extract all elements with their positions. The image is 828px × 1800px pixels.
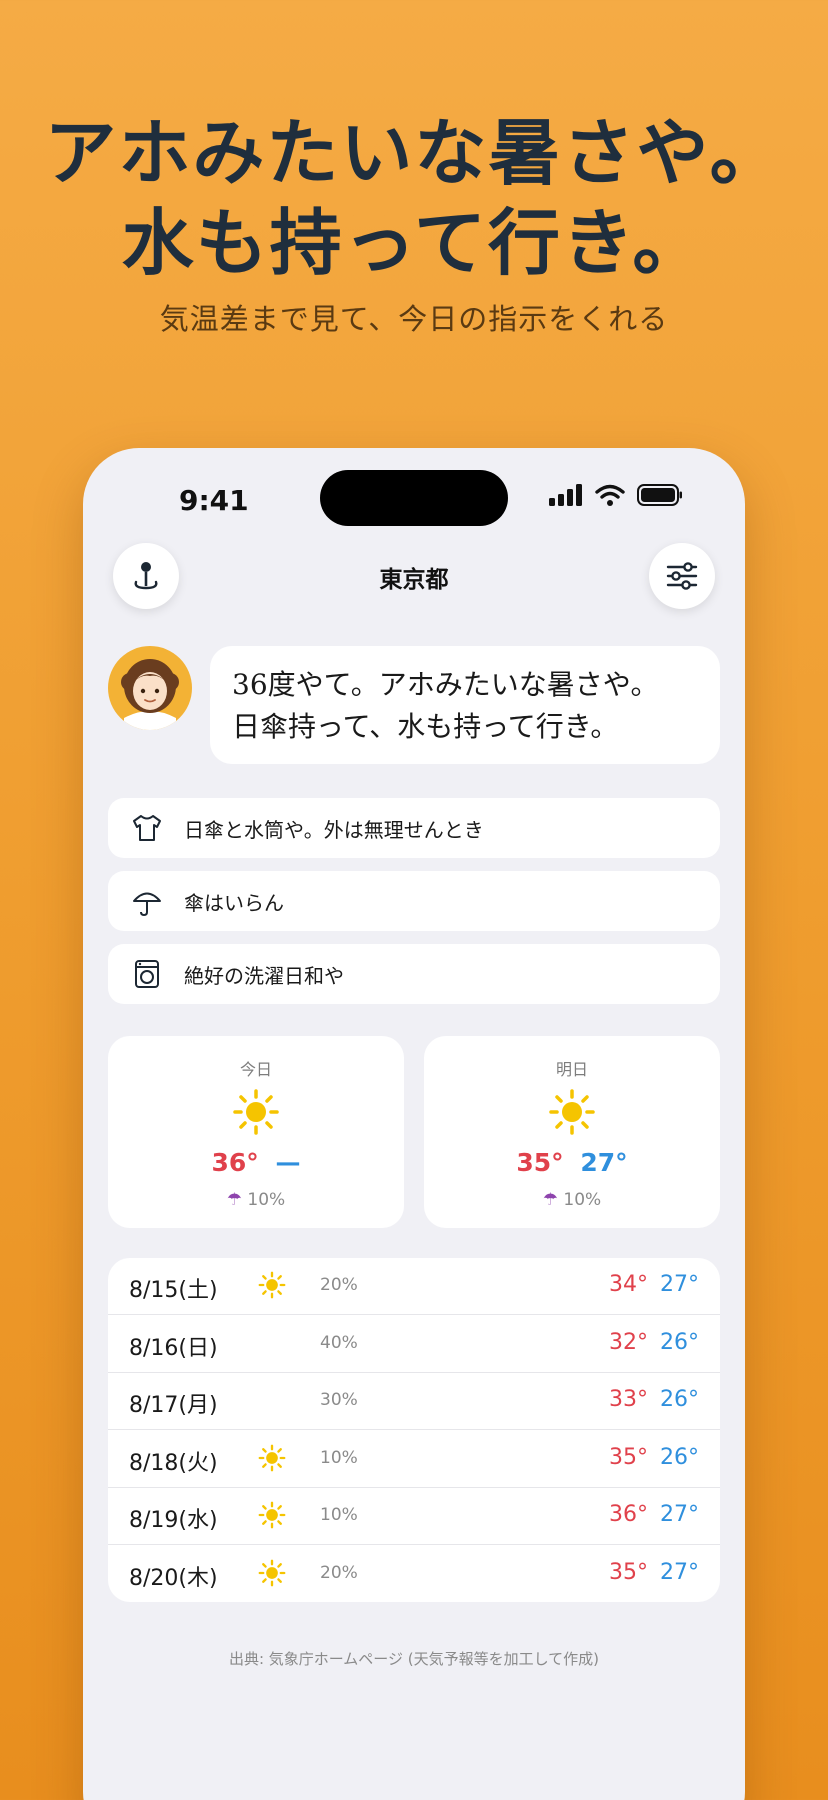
- hero-title-line2: 水も持って行き。: [121, 201, 707, 285]
- sun-icon: [258, 1559, 286, 1591]
- forecast-pop: 30%: [320, 1390, 358, 1410]
- city-title: 東京都: [379, 567, 449, 593]
- tomorrow-label: 明日: [555, 1060, 588, 1079]
- forecast-date: 8/19(水): [129, 1508, 218, 1533]
- signal-icon: [549, 484, 582, 506]
- forecast-date: 8/18(火): [129, 1450, 218, 1476]
- forecast-low: 26°: [660, 1387, 699, 1412]
- forecast-high: 32°: [609, 1329, 648, 1355]
- tomorrow-temps: 35° 27°: [424, 1148, 720, 1177]
- forecast-low: 27°: [660, 1272, 699, 1297]
- sliders-icon: [666, 562, 698, 590]
- forecast-pop: 10%: [320, 1447, 358, 1468]
- wifi-icon: [595, 484, 625, 506]
- message-line2: 日傘持って、水も持って行き。: [232, 710, 619, 743]
- sun-icon: [233, 1089, 279, 1135]
- forecast-high: 35°: [609, 1559, 648, 1585]
- forecast-pop: 20%: [320, 1275, 358, 1295]
- dynamic-island: [320, 470, 508, 526]
- sun-icon: [549, 1089, 595, 1135]
- sun-icon: [258, 1271, 286, 1303]
- forecast-low: 26°: [660, 1329, 699, 1355]
- tip-text: 日傘と水筒や。外は無理せんとき: [184, 817, 484, 842]
- status-icons: [549, 484, 683, 506]
- shirt-icon: [130, 811, 164, 845]
- today-rain: ☂ 10%: [108, 1190, 404, 1210]
- sun-icon: [258, 1444, 286, 1476]
- today-rain-value: 10%: [247, 1190, 286, 1210]
- umbrella-emoji-icon: ☂: [542, 1190, 559, 1210]
- tomorrow-rain-value: 10%: [563, 1190, 602, 1210]
- forecast-high: 34°: [609, 1272, 648, 1297]
- today-card[interactable]: 今日 36° — ☂ 10%: [108, 1036, 404, 1228]
- forecast-row[interactable]: 8/18(火) 10% 35° 26°: [108, 1431, 720, 1488]
- umbrella-icon: [130, 884, 164, 918]
- character-icon: [121, 659, 179, 730]
- washing-machine-icon: [130, 957, 164, 991]
- status-time: 9:41: [179, 484, 249, 517]
- today-high: 36°: [211, 1148, 259, 1177]
- source-credit: 出典: 気象庁ホームページ (天気予報等を加工して作成): [228, 1650, 600, 1668]
- tip-text: 絶好の洗濯日和や: [184, 963, 344, 988]
- battery-icon: [637, 484, 682, 506]
- settings-button[interactable]: [649, 543, 715, 609]
- forecast-low: 27°: [660, 1559, 699, 1585]
- today-low: —: [275, 1148, 301, 1177]
- forecast-low: 26°: [660, 1444, 699, 1470]
- tip-text: 傘はいらん: [184, 890, 284, 915]
- tomorrow-low: 27°: [580, 1148, 628, 1177]
- forecast-date: 8/15(土): [129, 1278, 218, 1303]
- tomorrow-high: 35°: [516, 1148, 564, 1177]
- forecast-row[interactable]: 8/15(土) 20% 34° 27°: [108, 1258, 720, 1315]
- phone-screen: 9:41 東京都 36度やて。アホみたいな暑さや。 日傘持って、水も持って行き。…: [83, 448, 745, 1800]
- weekly-forecast: 8/15(土) 20% 34° 27° 8/16(日) 40% 32° 26° 8/17(月) 3…: [108, 1258, 720, 1602]
- forecast-date: 8/17(月): [129, 1393, 218, 1418]
- forecast-high: 35°: [609, 1444, 648, 1470]
- tip-clothing: 日傘と水筒や。外は無理せんとき: [108, 798, 720, 858]
- sun-icon: [258, 1501, 286, 1533]
- forecast-row[interactable]: 8/19(水) 10% 36° 27°: [108, 1488, 720, 1545]
- message-bubble: 36度やて。アホみたいな暑さや。 日傘持って、水も持って行き。: [210, 646, 720, 764]
- message-line1: 36度やて。アホみたいな暑さや。: [232, 668, 659, 701]
- hero-subtitle: 気温差まで見て、今日の指示をくれる: [159, 302, 669, 336]
- today-temps: 36° —: [108, 1148, 404, 1177]
- avatar: [108, 646, 192, 730]
- forecast-high: 36°: [609, 1502, 648, 1527]
- tip-umbrella: 傘はいらん: [108, 871, 720, 931]
- umbrella-emoji-icon: ☂: [226, 1190, 243, 1210]
- hero-title-line1: アホみたいな暑さや。: [44, 111, 784, 195]
- forecast-pop: 10%: [320, 1505, 358, 1525]
- forecast-low: 27°: [660, 1502, 699, 1527]
- forecast-high: 33°: [609, 1387, 648, 1412]
- forecast-row[interactable]: 8/16(日) 40% 32° 26°: [108, 1316, 720, 1373]
- today-label: 今日: [239, 1060, 272, 1079]
- tomorrow-card[interactable]: 明日 35° 27° ☂ 10%: [424, 1036, 720, 1228]
- tomorrow-rain: ☂ 10%: [424, 1190, 720, 1210]
- forecast-date: 8/20(木): [129, 1565, 218, 1591]
- forecast-pop: 20%: [320, 1562, 358, 1583]
- forecast-row[interactable]: 8/17(月) 30% 33° 26°: [108, 1373, 720, 1430]
- hero-title: アホみたいな暑さや。 水も持って行き。: [0, 108, 828, 288]
- forecast-pop: 40%: [320, 1332, 358, 1353]
- tip-laundry: 絶好の洗濯日和や: [108, 944, 720, 1004]
- forecast-row[interactable]: 8/20(木) 20% 35° 27°: [108, 1546, 720, 1603]
- forecast-date: 8/16(日): [129, 1335, 218, 1361]
